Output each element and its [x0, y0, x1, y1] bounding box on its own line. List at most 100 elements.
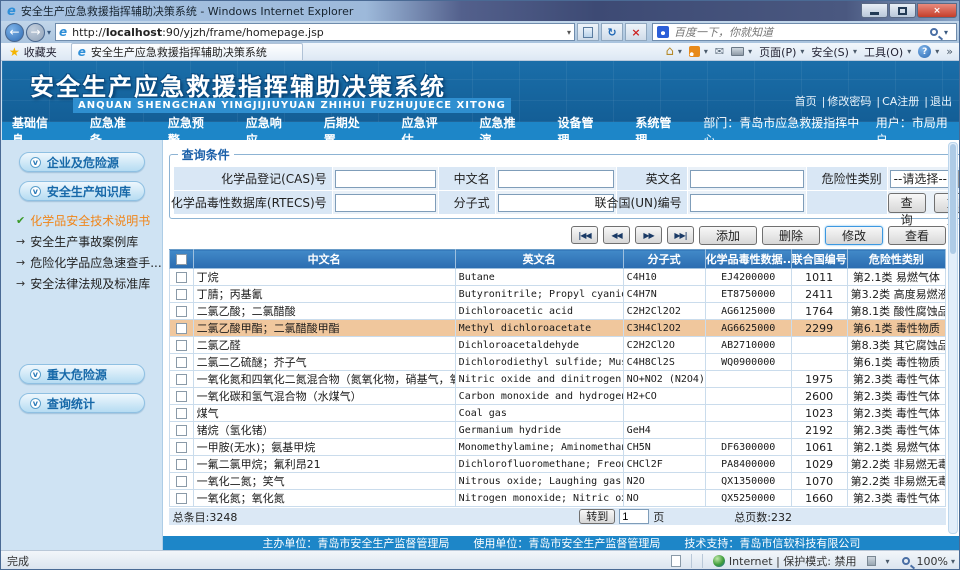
un-no-input[interactable] [690, 194, 804, 212]
page-tab[interactable]: e 安全生产应急救援指挥辅助决策系统 [71, 43, 303, 60]
minimize-button[interactable] [861, 3, 888, 18]
sidebar-item-laws-standards[interactable]: → 安全法律法规及标准库 [16, 273, 162, 294]
cell-cn: 丁腈；丙基氰 [193, 286, 455, 303]
close-button[interactable]: × [917, 3, 957, 18]
sidebar-group-major-hazard[interactable]: v 重大危险源 [19, 364, 145, 384]
link-home[interactable]: 首页 [795, 95, 817, 108]
row-checkbox[interactable] [176, 323, 187, 334]
back-button[interactable]: ← [5, 23, 24, 42]
modify-button[interactable]: 修改 [825, 226, 883, 245]
content-scrollbar[interactable] [948, 142, 958, 534]
prev-page-button[interactable]: ◀◀ [603, 226, 630, 244]
search-button[interactable]: 查询 [888, 193, 926, 213]
favorites-button[interactable]: ★ 收藏夹 [1, 43, 65, 60]
table-row[interactable]: 丁腈；丙基氰Butyronitrile; Propyl cyanideC4H7N… [169, 286, 945, 303]
cn-name-input[interactable] [498, 170, 614, 188]
select-all-header [169, 250, 193, 269]
rss-icon[interactable] [689, 46, 700, 57]
zoom-control[interactable]: 100% ▾ [900, 555, 955, 568]
link-ca-register[interactable]: CA注册 [882, 95, 919, 108]
table-row[interactable]: 一氟二氯甲烷；氟利昂21Dichlorofluoromethane; Freon… [169, 456, 945, 473]
scrollbar-thumb[interactable] [950, 144, 956, 254]
search-dropdown[interactable]: ▾ [944, 28, 948, 37]
row-checkbox[interactable] [176, 272, 187, 283]
search-input[interactable] [674, 26, 928, 39]
query-legend: 查询条件 [178, 146, 234, 163]
row-checkbox[interactable] [176, 289, 187, 300]
last-page-button[interactable]: ▶▶| [667, 226, 694, 244]
table-row[interactable]: 锗烷（氢化锗）Germanium hydrideGeH42192第2.3类 毒性… [169, 422, 945, 439]
print-icon[interactable] [731, 47, 744, 56]
tools-menu[interactable]: 工具(O) [864, 44, 903, 60]
cas-input[interactable] [335, 170, 436, 188]
first-page-button[interactable]: |◀◀ [571, 226, 598, 244]
url-field[interactable]: e http://localhost:90/yjzh/frame/homepag… [55, 23, 575, 41]
table-row[interactable]: 丁烷ButaneC4H10EJ42000001011第2.1类 易燃气体 [169, 269, 945, 286]
page-number-input[interactable] [619, 509, 649, 524]
row-checkbox[interactable] [176, 425, 187, 436]
compatibility-view-button[interactable] [577, 23, 599, 41]
table-row[interactable]: 一甲胺(无水)；氨基甲烷Monomethylamine; Aminomethan… [169, 439, 945, 456]
goto-button[interactable]: 转到 [579, 509, 615, 524]
history-dropdown[interactable]: ▾ [47, 28, 51, 37]
table-row[interactable]: 煤气Coal gas1023第2.3类 毒性气体 [169, 405, 945, 422]
home-dropdown[interactable]: ▾ [678, 47, 682, 56]
row-checkbox[interactable] [176, 391, 187, 402]
sidebar-item-hazchem-quickref[interactable]: → 危险化学品应急速查手... [16, 252, 162, 273]
page-footer: 主办单位：青岛市安全生产监督管理局 使用单位：青岛市安全生产监督管理局 技术支持… [163, 536, 960, 550]
table-row[interactable]: 一氧化氮和四氧化二氮混合物（氮氧化物，硝基气，氧化氮气体）Nitric oxid… [169, 371, 945, 388]
rtecs-input[interactable] [335, 194, 436, 212]
row-checkbox[interactable] [176, 374, 187, 385]
row-checkbox[interactable] [176, 459, 187, 470]
en-name-input[interactable] [690, 170, 804, 188]
protected-mode-icon[interactable] [867, 556, 876, 566]
link-change-password[interactable]: 修改密码 [827, 95, 871, 108]
forward-button[interactable]: → [26, 23, 45, 42]
row-checkbox[interactable] [176, 442, 187, 453]
add-button[interactable]: 添加 [699, 226, 757, 245]
home-icon[interactable]: ⌂ [666, 44, 674, 59]
page-menu[interactable]: 页面(P) [759, 44, 796, 60]
search-icon[interactable] [930, 28, 938, 36]
help-dropdown[interactable]: ▾ [935, 47, 939, 56]
sidebar-group-enterprise-hazard[interactable]: v 企业及危险源 [19, 152, 145, 172]
address-bar: ← → ▾ e http://localhost:90/yjzh/frame/h… [1, 21, 960, 43]
row-checkbox[interactable] [176, 493, 187, 504]
stop-button[interactable]: × [625, 23, 647, 41]
print-dropdown[interactable]: ▾ [748, 47, 752, 56]
tools-menu-dropdown[interactable]: ▾ [907, 47, 911, 56]
more-icon[interactable]: » [946, 45, 953, 58]
select-all-checkbox[interactable] [176, 254, 187, 265]
table-row[interactable]: 二氯二乙硫醚；芥子气Dichlorodiethyl sulfide; Musta… [169, 354, 945, 371]
table-row[interactable]: 二氯乙酸甲酯；二氯醋酸甲酯Methyl dichloroacetateC3H4C… [169, 320, 945, 337]
next-page-button[interactable]: ▶▶ [635, 226, 662, 244]
safety-menu[interactable]: 安全(S) [811, 44, 849, 60]
row-checkbox[interactable] [176, 476, 187, 487]
maximize-button[interactable] [889, 3, 916, 18]
sidebar-group-safety-knowledge[interactable]: v 安全生产知识库 [19, 181, 145, 201]
table-row[interactable]: 二氯乙醛DichloroacetaldehydeC2H2Cl2OAB271000… [169, 337, 945, 354]
safety-menu-dropdown[interactable]: ▾ [853, 47, 857, 56]
help-icon[interactable]: ? [918, 45, 931, 58]
row-checkbox[interactable] [176, 357, 187, 368]
protected-mode-dropdown[interactable]: ▾ [886, 557, 890, 566]
row-checkbox[interactable] [176, 306, 187, 317]
table-row[interactable]: 一氧化碳和氢气混合物（水煤气）Carbon monoxide and hydro… [169, 388, 945, 405]
table-row[interactable]: 二氯乙酸；二氯醋酸Dichloroacetic acidC2H2Cl2O2AG6… [169, 303, 945, 320]
refresh-button[interactable]: ↻ [601, 23, 623, 41]
view-button[interactable]: 查看 [888, 226, 946, 245]
sidebar-item-chemical-msds[interactable]: ✔ 化学品安全技术说明书 [16, 210, 162, 231]
sidebar-item-accident-cases[interactable]: → 安全生产事故案例库 [16, 231, 162, 252]
rss-dropdown[interactable]: ▾ [704, 47, 708, 56]
mail-icon[interactable]: ✉ [715, 45, 724, 58]
url-dropdown[interactable]: ▾ [567, 28, 571, 37]
row-checkbox[interactable] [176, 340, 187, 351]
delete-button[interactable]: 删除 [762, 226, 820, 245]
link-logout[interactable]: 退出 [930, 95, 952, 108]
table-row[interactable]: 一氧化氮；氧化氮Nitrogen monoxide; Nitric oxideN… [169, 490, 945, 507]
page-menu-dropdown[interactable]: ▾ [800, 47, 804, 56]
table-row[interactable]: 一氧化二氮；笑气Nitrous oxide; Laughing gasN2OQX… [169, 473, 945, 490]
zoom-dropdown[interactable]: ▾ [951, 557, 955, 566]
row-checkbox[interactable] [176, 408, 187, 419]
sidebar-group-query-statistics[interactable]: v 查询统计 [19, 393, 145, 413]
